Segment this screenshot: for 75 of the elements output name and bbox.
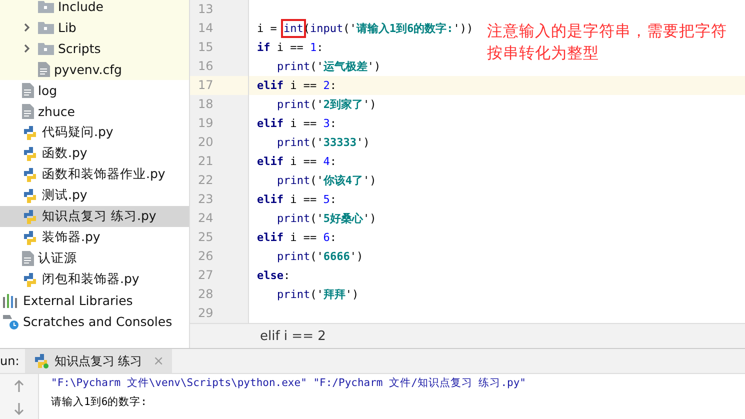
code-line: print('33333') [277,135,370,151]
tree-item[interactable]: 函数和装饰器作业.py [0,164,189,185]
run-label: un: [0,354,20,368]
tree-item[interactable]: 闭包和装饰器.py [0,269,189,290]
line-number: 13 [198,2,214,16]
code-line: elif i == 2: [257,78,336,94]
code-line: print('拜拜') [277,287,359,303]
line-number: 14 [198,21,214,35]
line-number: 15 [198,40,214,54]
folder-icon [38,0,54,13]
python-file-icon [33,353,50,369]
code-line: elif i == 3: [257,116,336,132]
python-file-icon [22,146,38,162]
tree-item[interactable]: 代码疑问.py [0,122,189,143]
line-number: 22 [198,173,214,187]
tree-item[interactable]: Scratches and Consoles [0,311,189,332]
file-icon [22,83,34,98]
arrow-up-icon[interactable] [14,380,24,392]
line-number: 23 [198,192,214,206]
arrow-down-icon[interactable] [14,402,24,414]
chevron-right-icon[interactable] [24,44,30,53]
file-icon [38,62,50,77]
folder-icon [38,42,54,55]
chevron-right-icon[interactable] [24,23,30,32]
line-number: 18 [198,97,214,111]
code-line: print('5好桑心') [277,211,376,227]
line-number: 27 [198,268,214,282]
breadcrumb-item[interactable]: elif i == 2 [260,328,326,344]
code-line: print('2到家了') [277,97,376,113]
line-number: 17 [198,78,214,92]
annotation-text: 注意输入的是字符串，需要把字符 [487,21,727,42]
line-number: 21 [198,154,214,168]
line-number: 29 [198,306,214,320]
tree-item[interactable]: Include [0,0,189,17]
tree-item[interactable]: 知识点复习 练习.py [0,206,189,227]
tree-item[interactable]: 认证源 [0,248,189,269]
code-line: else: [257,268,290,284]
line-number: 28 [198,287,214,301]
line-number: 26 [198,249,214,263]
scratches-icon [3,314,19,330]
console-line: 请输入1到6的数字: [51,395,148,410]
folder-icon [38,21,54,34]
tree-item[interactable]: pyvenv.cfg [0,59,189,80]
tree-item[interactable]: External Libraries [0,290,189,311]
python-file-icon [22,188,38,204]
code-line: print('运气极差') [277,59,381,75]
tree-item[interactable]: log [0,80,189,101]
python-file-icon [22,272,38,288]
run-tab[interactable]: 知识点复习 练习 × [25,349,172,373]
code-line: if i == 1: [257,40,324,56]
tree-item[interactable]: 测试.py [0,185,189,206]
python-file-icon [22,166,38,182]
line-number: 16 [198,59,214,73]
file-icon [22,251,34,266]
line-number: 24 [198,211,214,225]
code-line: print('6666') [277,249,364,265]
console-line: "F:\Pycharm 文件\venv\Scripts\python.exe" "F:/Pycharm 文件/知识点复习 练习.py" [51,376,526,391]
tree-item[interactable]: zhuce [0,101,189,122]
file-icon [22,104,34,119]
python-file-icon [22,230,38,246]
tree-item[interactable]: 函数.py [0,143,189,164]
code-line: elif i == 6: [257,230,336,246]
tree-item[interactable]: Scripts [0,38,189,59]
line-number: 19 [198,116,214,130]
code-line: elif i == 4: [257,154,336,170]
annotation-text: 按串转化为整型 [487,43,600,64]
python-file-icon [22,208,38,224]
python-file-icon [22,124,38,140]
line-number: 25 [198,230,214,244]
tree-item[interactable]: 装饰器.py [0,227,189,248]
code-line: elif i == 5: [257,192,336,208]
library-bars-icon [3,294,19,308]
line-number: 20 [198,135,214,149]
code-line: print('你该4了') [277,173,376,189]
tree-item[interactable]: Lib [0,17,189,38]
